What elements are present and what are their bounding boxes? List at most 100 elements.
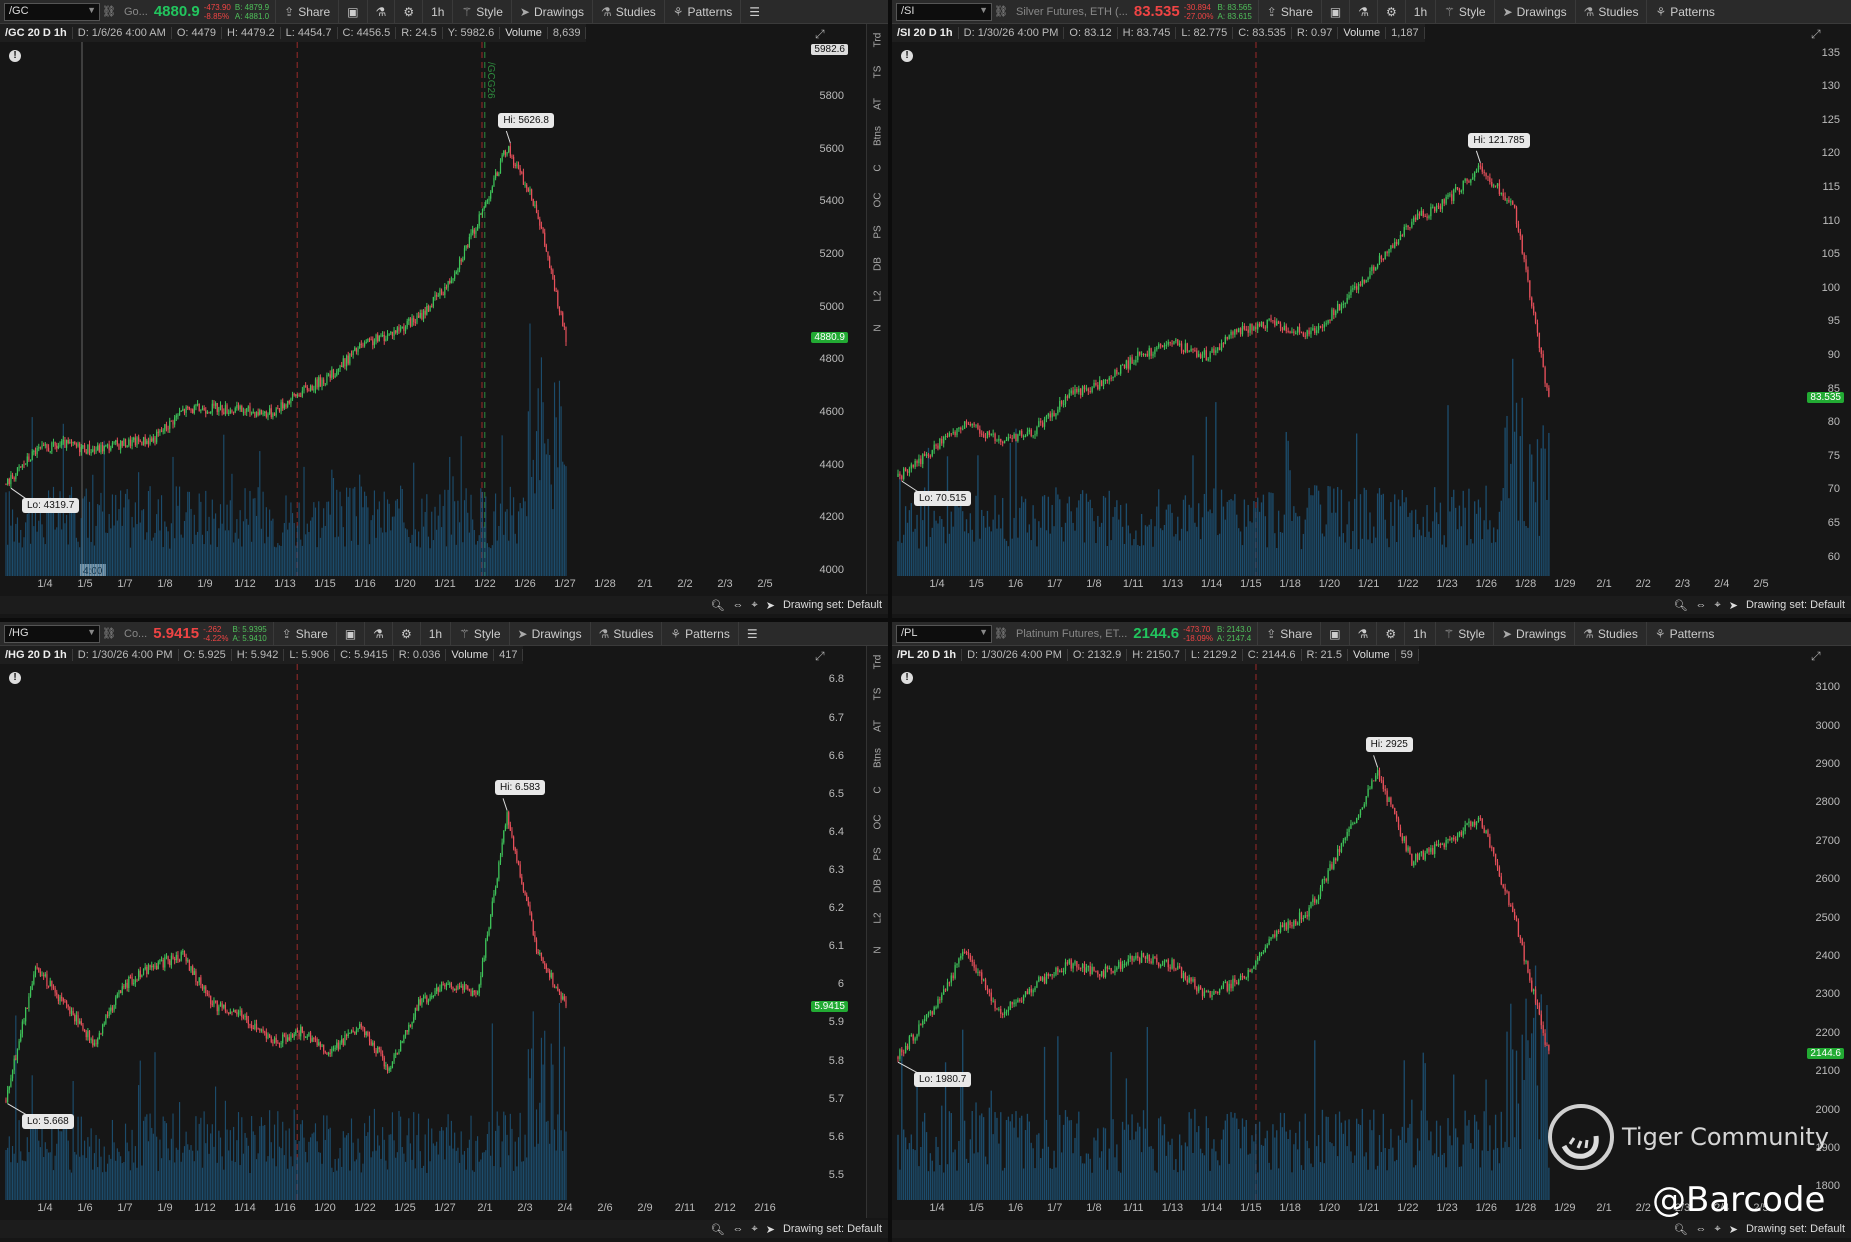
link-icon[interactable]: ⛓ [100,627,118,640]
zoom-icon[interactable]: 🔍︎ [711,1223,725,1236]
symbol-input[interactable]: /HG ▼ [4,624,100,643]
link-icon[interactable]: ⛓ [992,627,1010,640]
time-axis[interactable]: 1/4 1/5 1/6 1/7 1/8 1/11 1/13 1/14 1/15 1/18 1/20 1… [892,576,1796,594]
share-button[interactable]: ⇪ Share [272,622,336,646]
side-tab-oc[interactable]: OC [862,812,889,833]
style-button[interactable]: ⚚ Style [1434,622,1493,646]
studies-lab-button[interactable]: ⚗ [366,0,395,24]
drawings-button[interactable]: ➤ Drawings [508,622,590,646]
crosshair-icon[interactable]: ⌖ [1715,1223,1721,1236]
timeframe-button[interactable]: 1h [419,622,450,646]
drawing-set[interactable]: Drawing set: Default [1746,1223,1845,1235]
drawings-button[interactable]: ➤ Drawings [510,0,592,24]
side-tab-at[interactable]: AT [862,94,889,115]
style-button[interactable]: ⚚ Style [450,622,508,646]
price-axis[interactable]: 6.8 6.7 6.6 6.5 6.4 6.3 6.2 6.1 6 5.9 5.8 5.7 5.6 5.5… [800,664,852,1200]
side-tab-trd[interactable]: Trd [862,652,889,673]
expand-chart-icon[interactable]: ⤢ [1811,649,1827,663]
expand-chart-icon[interactable]: ⤢ [815,649,831,663]
chart-settings-button[interactable]: ▣ [1320,0,1349,24]
style-button[interactable]: ⚚ Style [1435,0,1493,24]
drawings-button[interactable]: ➤ Drawings [1492,622,1574,646]
share-button[interactable]: ⇪ Share [275,0,338,24]
zoom-icon[interactable]: 🔍︎ [711,599,725,612]
chart-settings-button[interactable]: ▣ [1320,622,1348,646]
share-button[interactable]: ⇪ Share [1257,622,1320,646]
symbol-input[interactable]: /SI ▼ [896,2,992,21]
settings-button[interactable]: ⚙ [1376,622,1404,646]
side-tab-ps[interactable]: PS [862,844,889,865]
crosshair-icon[interactable]: ⌖ [1715,599,1721,612]
studies-button[interactable]: ⚗ Studies [1574,622,1646,646]
crosshair-icon[interactable]: ⌖ [752,599,758,612]
chart-settings-button[interactable]: ▣ [335,622,364,646]
symbol-input[interactable]: /GC ▼ [4,2,100,21]
menu-button[interactable]: ☰ [740,0,768,24]
price-chart[interactable] [892,664,1796,1200]
chevron-down-icon[interactable]: ▼ [87,627,96,637]
chevron-down-icon[interactable]: ▼ [87,5,96,15]
chevron-down-icon[interactable]: ▼ [979,627,988,637]
pointer-icon[interactable]: ➤ [766,1223,775,1236]
side-tab-ps[interactable]: PS [862,222,889,243]
side-tab-btns[interactable]: Btns [862,748,889,769]
price-chart[interactable] [892,42,1796,576]
style-button[interactable]: ⚚ Style [452,0,510,24]
side-tab-n[interactable]: N [862,940,889,961]
side-tab-trd[interactable]: Trd [862,30,889,51]
side-tab-ts[interactable]: TS [862,684,889,705]
expand-chart-icon[interactable]: ⤢ [815,27,831,41]
price-axis[interactable]: 135 130 125 120 115 110 105 100 95 90 85 80 75 70 65 60… [1796,42,1848,576]
drawing-set[interactable]: Drawing set: Default [1746,599,1845,611]
side-tab-l2[interactable]: L2 [862,908,889,929]
pan-icon[interactable]: ⇔ [1696,599,1707,611]
pointer-icon[interactable]: ➤ [1729,1223,1738,1236]
price-chart[interactable] [0,664,800,1200]
patterns-button[interactable]: ⚘ Patterns [661,622,737,646]
time-axis[interactable]: 1/4 1/5 1/7 1/8 1/9 1/12 1/13 1/15 1/16 1/20 1/21 1… [0,576,800,594]
settings-button[interactable]: ⚙ [394,0,422,24]
timeframe-button[interactable]: 1h [1404,622,1434,646]
side-tab-c[interactable]: C [862,780,889,801]
expand-chart-icon[interactable]: ⤢ [1811,27,1827,41]
studies-lab-button[interactable]: ⚗ [1348,622,1377,646]
timeframe-button[interactable]: 1h [1404,0,1435,24]
side-tab-db[interactable]: DB [862,876,889,897]
timeframe-button[interactable]: 1h [422,0,452,24]
side-tab-c[interactable]: C [862,158,889,179]
side-tab-n[interactable]: N [862,318,889,339]
pointer-icon[interactable]: ➤ [766,599,775,612]
studies-lab-button[interactable]: ⚗ [364,622,392,646]
chevron-down-icon[interactable]: ▼ [979,5,988,15]
side-tab-btns[interactable]: Btns [862,126,889,147]
price-chart[interactable]: /GCG264:00 [0,42,800,576]
patterns-button[interactable]: ⚘ Patterns [1645,622,1722,646]
zoom-icon[interactable]: 🔍︎ [1674,599,1688,612]
side-tab-at[interactable]: AT [862,716,889,737]
chart-settings-button[interactable]: ▣ [338,0,366,24]
time-axis[interactable]: 1/4 1/6 1/7 1/9 1/12 1/14 1/16 1/20 1/22 1/25 1/27… [0,1200,800,1218]
crosshair-icon[interactable]: ⌖ [752,1223,758,1236]
drawings-button[interactable]: ➤ Drawings [1493,0,1575,24]
patterns-button[interactable]: ⚘ Patterns [1646,0,1722,24]
settings-button[interactable]: ⚙ [391,622,420,646]
price-axis[interactable]: 5800 5600 5400 5200 5000 4800 4600 4400 4200 4000… [800,42,852,576]
pointer-icon[interactable]: ➤ [1729,599,1738,612]
link-icon[interactable]: ⛓ [992,5,1010,18]
patterns-button[interactable]: ⚘ Patterns [663,0,740,24]
share-button[interactable]: ⇪ Share [1257,0,1321,24]
side-tab-oc[interactable]: OC [862,190,889,211]
side-tab-ts[interactable]: TS [862,62,889,83]
price-axis[interactable]: 3100 3000 2900 2800 2700 2600 2500 2400 2300 2200… [1796,664,1848,1200]
drawing-set[interactable]: Drawing set: Default [783,1223,882,1235]
studies-button[interactable]: ⚗ Studies [591,0,664,24]
menu-button[interactable]: ☰ [737,622,766,646]
symbol-input[interactable]: /PL ▼ [896,624,992,643]
side-tab-db[interactable]: DB [862,254,889,275]
studies-button[interactable]: ⚗ Studies [1574,0,1647,24]
pan-icon[interactable]: ⇔ [1696,1223,1707,1235]
studies-lab-button[interactable]: ⚗ [1349,0,1377,24]
pan-icon[interactable]: ⇔ [733,1223,744,1235]
zoom-icon[interactable]: 🔍︎ [1674,1223,1688,1236]
link-icon[interactable]: ⛓ [100,5,118,18]
